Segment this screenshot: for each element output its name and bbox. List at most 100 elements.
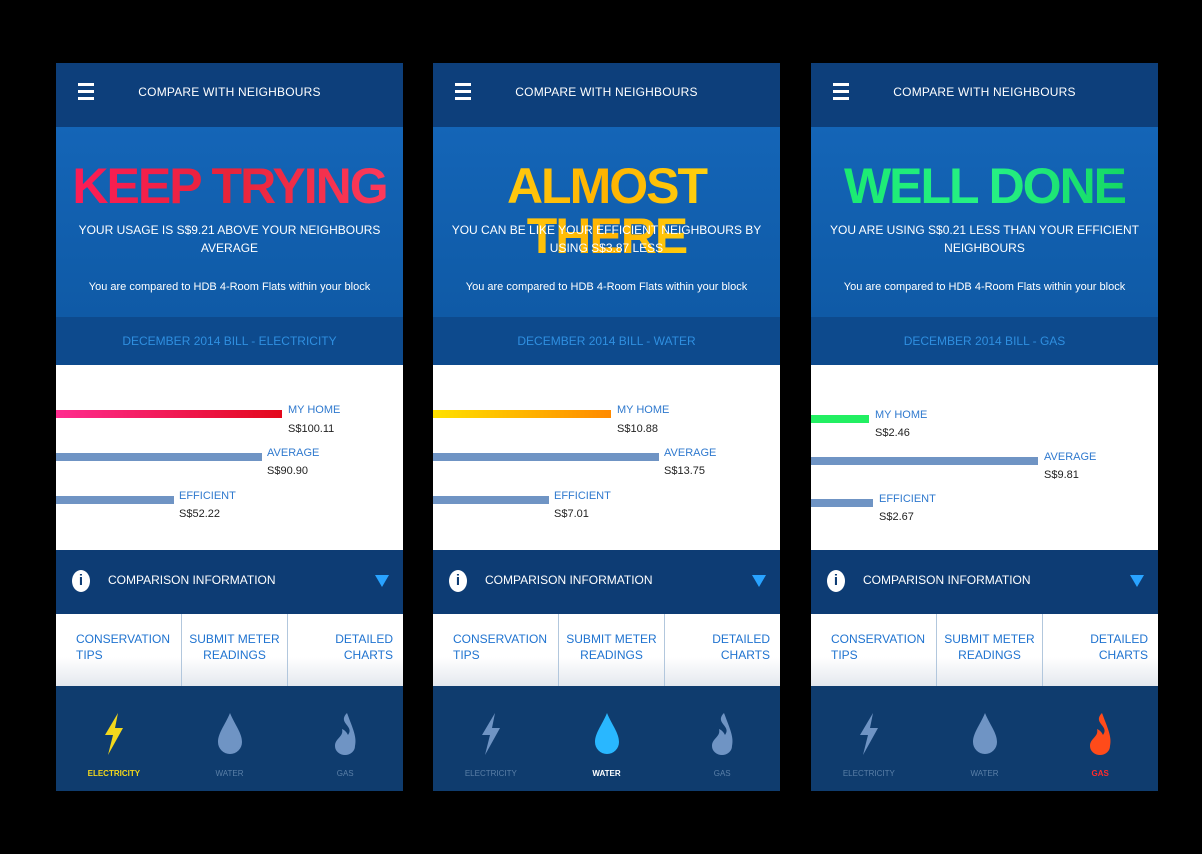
comparison-info-label: COMPARISON INFORMATION [485, 573, 653, 587]
utility-tab-bar: ELECTRICITY WATER GAS [56, 686, 403, 791]
bill-period-label[interactable]: DECEMBER 2014 BILL - WATER [433, 317, 780, 365]
water-drop-icon [594, 713, 619, 754]
phone-screen-gas: COMPARE WITH NEIGHBOURS WELL DONE YOU AR… [811, 63, 1158, 791]
comparison-group-text: You are compared to HDB 4-Room Flats wit… [843, 281, 1126, 293]
bar-value-efficient: S$7.01 [554, 508, 589, 520]
bar-average [811, 457, 1038, 465]
bar-label-my-home: MY HOME [617, 404, 670, 416]
status-subtitle: YOU ARE USING S$0.21 LESS THAN YOUR EFFI… [830, 223, 1139, 255]
phone-screen-water: COMPARE WITH NEIGHBOURS ALMOST THERE YOU… [433, 63, 780, 791]
bar-label-average: AVERAGE [267, 447, 320, 459]
bar-label-my-home: MY HOME [288, 404, 341, 416]
tab-label-gas: GAS [713, 769, 731, 778]
bar-value-efficient: S$2.67 [879, 511, 914, 523]
flame-icon [1090, 713, 1111, 755]
bar-efficient [811, 499, 873, 507]
bar-label-my-home: MY HOME [875, 409, 928, 421]
flame-icon [335, 713, 356, 755]
action-buttons: CONSERVATION TIPS SUBMIT METER READINGS … [811, 614, 1158, 686]
tab-electricity[interactable]: ELECTRICITY [433, 686, 549, 791]
top-bar: COMPARE WITH NEIGHBOURS [811, 63, 1158, 127]
page-title: COMPARE WITH NEIGHBOURS [515, 85, 698, 99]
bar-value-my-home: S$100.11 [288, 423, 335, 435]
usage-comparison-chart: MY HOME S$10.88 AVERAGE S$13.75 EFFICIEN… [433, 365, 780, 550]
lightning-icon [859, 713, 878, 755]
triangle-down-icon[interactable] [375, 575, 389, 587]
tab-gas[interactable]: GAS [1042, 686, 1158, 791]
submit-meter-readings-button[interactable]: SUBMIT METER READINGS [937, 614, 1043, 686]
comparison-group-text: You are compared to HDB 4-Room Flats wit… [465, 281, 748, 293]
screenshot-frame: COMPARE WITH NEIGHBOURS KEEP TRYING YOUR… [8, 8, 1193, 846]
bar-value-my-home: S$2.46 [875, 427, 910, 439]
detailed-charts-button[interactable]: DETAILED CHARTS [665, 614, 780, 686]
triangle-down-icon[interactable] [1130, 575, 1144, 587]
status-headline: WELL DONE [811, 161, 1158, 211]
bar-my-home [56, 410, 282, 418]
bar-efficient [433, 496, 549, 504]
bar-label-average: AVERAGE [1044, 451, 1097, 463]
status-headline: KEEP TRYING [56, 161, 403, 211]
info-icon: i [72, 570, 90, 592]
bar-value-efficient: S$52.22 [179, 508, 220, 520]
tab-label-water: WATER [215, 769, 244, 778]
utility-tab-bar: ELECTRICITY WATER GAS [433, 686, 780, 791]
conservation-tips-button[interactable]: CONSERVATION TIPS [56, 614, 182, 686]
comparison-info-bar[interactable]: i COMPARISON INFORMATION [56, 550, 403, 614]
status-subtitle: YOU CAN BE LIKE YOUR EFFICIENT NEIGHBOUR… [451, 223, 762, 255]
tab-label-gas: GAS [1091, 769, 1109, 778]
top-bar: COMPARE WITH NEIGHBOURS [56, 63, 403, 127]
conservation-tips-button[interactable]: CONSERVATION TIPS [811, 614, 937, 686]
bar-label-average: AVERAGE [664, 447, 717, 459]
submit-meter-readings-button[interactable]: SUBMIT METER READINGS [559, 614, 665, 686]
top-bar: COMPARE WITH NEIGHBOURS [433, 63, 780, 127]
tab-water[interactable]: WATER [927, 686, 1043, 791]
action-buttons: CONSERVATION TIPS SUBMIT METER READINGS … [433, 614, 780, 686]
detailed-charts-button[interactable]: DETAILED CHARTS [1043, 614, 1158, 686]
bar-my-home [433, 410, 611, 418]
bill-period-label[interactable]: DECEMBER 2014 BILL - ELECTRICITY [56, 317, 403, 365]
comparison-info-bar[interactable]: i COMPARISON INFORMATION [811, 550, 1158, 614]
bar-label-efficient: EFFICIENT [879, 493, 936, 505]
tab-gas[interactable]: GAS [664, 686, 780, 791]
tab-water[interactable]: WATER [549, 686, 665, 791]
tab-electricity[interactable]: ELECTRICITY [56, 686, 172, 791]
tab-label-gas: GAS [336, 769, 354, 778]
phone-screen-electricity: COMPARE WITH NEIGHBOURS KEEP TRYING YOUR… [56, 63, 403, 791]
lightning-icon [104, 713, 123, 755]
bar-my-home [811, 415, 869, 423]
conservation-tips-button[interactable]: CONSERVATION TIPS [433, 614, 559, 686]
bar-value-average: S$13.75 [664, 465, 705, 477]
flame-icon [712, 713, 733, 755]
comparison-info-label: COMPARISON INFORMATION [863, 573, 1031, 587]
bar-efficient [56, 496, 174, 504]
status-hero: ALMOST THERE YOU CAN BE LIKE YOUR EFFICI… [433, 127, 780, 317]
bar-average [433, 453, 659, 461]
tab-gas[interactable]: GAS [287, 686, 403, 791]
bar-value-my-home: S$10.88 [617, 423, 658, 435]
water-drop-icon [972, 713, 997, 754]
comparison-group-text: You are compared to HDB 4-Room Flats wit… [88, 281, 371, 293]
status-hero: WELL DONE YOU ARE USING S$0.21 LESS THAN… [811, 127, 1158, 317]
tab-electricity[interactable]: ELECTRICITY [811, 686, 927, 791]
usage-comparison-chart: MY HOME S$2.46 AVERAGE S$9.81 EFFICIENT … [811, 365, 1158, 550]
detailed-charts-button[interactable]: DETAILED CHARTS [288, 614, 403, 686]
lightning-icon [481, 713, 500, 755]
tab-label-water: WATER [970, 769, 999, 778]
water-drop-icon [217, 713, 242, 754]
bar-label-efficient: EFFICIENT [179, 490, 236, 502]
bar-value-average: S$9.81 [1044, 469, 1079, 481]
comparison-info-label: COMPARISON INFORMATION [108, 573, 276, 587]
action-buttons: CONSERVATION TIPS SUBMIT METER READINGS … [56, 614, 403, 686]
triangle-down-icon[interactable] [752, 575, 766, 587]
bar-value-average: S$90.90 [267, 465, 308, 477]
tab-water[interactable]: WATER [172, 686, 288, 791]
page-title: COMPARE WITH NEIGHBOURS [138, 85, 321, 99]
bar-label-efficient: EFFICIENT [554, 490, 611, 502]
submit-meter-readings-button[interactable]: SUBMIT METER READINGS [182, 614, 288, 686]
bar-average [56, 453, 262, 461]
status-hero: KEEP TRYING YOUR USAGE IS S$9.21 ABOVE Y… [56, 127, 403, 317]
page-title: COMPARE WITH NEIGHBOURS [893, 85, 1076, 99]
bill-period-label[interactable]: DECEMBER 2014 BILL - GAS [811, 317, 1158, 365]
comparison-info-bar[interactable]: i COMPARISON INFORMATION [433, 550, 780, 614]
status-subtitle: YOUR USAGE IS S$9.21 ABOVE YOUR NEIGHBOU… [78, 223, 381, 255]
